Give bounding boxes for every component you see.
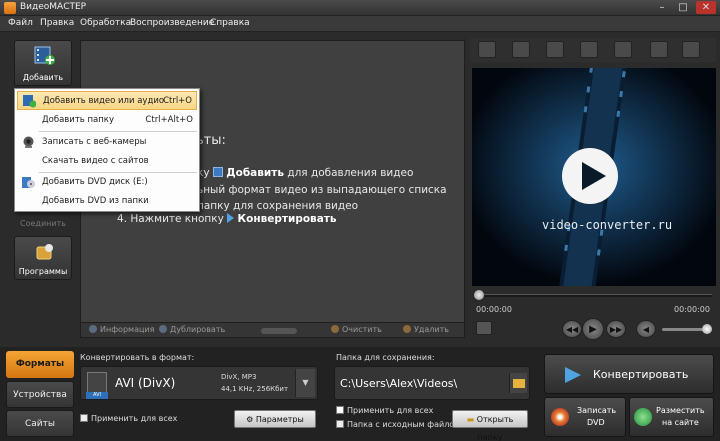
film-add-icon (34, 46, 55, 65)
menu-add-folder[interactable]: Добавить папку Ctrl+Alt+O (17, 111, 197, 130)
menu-bar: Файл Правка Обработка Воспроизведение Сп… (0, 16, 720, 32)
rewind-button[interactable]: ◀◀ (562, 320, 582, 338)
menu-add-dvd-disc[interactable]: Добавить DVD диск (E:) (17, 173, 197, 192)
title-bar: ВидеоМАСТЕР – □ ✕ (0, 0, 720, 16)
gear-icon: ⚙ (246, 415, 256, 424)
play-button[interactable]: ▶ (582, 318, 604, 340)
info-button[interactable]: Информация (89, 325, 154, 334)
convert-small-icon (227, 213, 235, 223)
convert-arrow-icon (565, 367, 581, 383)
format-apply-all-checkbox[interactable]: Применить для всех (80, 414, 177, 423)
delete-icon (403, 325, 411, 333)
menu-add-dvd-folder[interactable]: Добавить DVD из папки (17, 192, 197, 211)
preview-watermark: video-converter.ru (542, 218, 673, 232)
tab-devices[interactable]: Устройства (6, 381, 74, 408)
chevron-down-icon[interactable]: ▼ (295, 369, 315, 397)
open-folder-button[interactable]: ▬ Открыть папку (452, 410, 528, 441)
publish-site-button[interactable]: Разместить на сайте (629, 397, 714, 437)
format-selector[interactable]: AVI AVI (DivX) DivX, MP3 44,1 KHz, 256Кб… (80, 366, 318, 400)
programs-button[interactable]: Программы (14, 236, 72, 280)
format-caption: Конвертировать в формат: (80, 353, 195, 362)
menu-help[interactable]: Справка (210, 18, 250, 28)
minimize-button[interactable]: – (652, 1, 672, 14)
programs-icon (36, 244, 53, 260)
effects-tool-icon[interactable] (512, 41, 530, 58)
menu-processing[interactable]: Обработка (80, 18, 131, 28)
add-small-icon (212, 167, 223, 177)
video-preview[interactable]: video-converter.ru (472, 68, 716, 286)
speed-tool-icon[interactable] (614, 41, 632, 58)
info-icon (89, 325, 97, 333)
add-button-label: Добавить (22, 73, 64, 82)
forward-button[interactable]: ▶▶ (606, 320, 626, 338)
programs-button-label: Программы (18, 267, 68, 276)
close-button[interactable]: ✕ (696, 1, 716, 14)
instruction-step-1: ку Добавить для добавления видео (197, 167, 414, 179)
menu-edit[interactable]: Правка (40, 18, 74, 28)
menu-playback[interactable]: Воспроизведение (130, 18, 214, 28)
duplicate-icon (159, 325, 167, 333)
clear-icon (331, 325, 339, 333)
format-icon (87, 372, 107, 394)
webcam-icon (23, 136, 34, 148)
text-tool-icon[interactable] (650, 41, 668, 58)
fullscreen-tool-icon[interactable] (682, 41, 700, 58)
app-logo-icon (4, 2, 16, 14)
save-caption: Папка для сохранения: (336, 353, 435, 362)
duplicate-button[interactable]: Дублировать (159, 325, 225, 334)
instructions-heading: ьты: (196, 133, 226, 148)
save-path-field[interactable]: C:\Users\Alex\Videos\ (334, 366, 530, 400)
globe-icon (634, 408, 652, 426)
window-title: ВидеоМАСТЕР (20, 2, 87, 12)
maximize-button[interactable]: □ (673, 1, 693, 14)
connect-button[interactable]: Соединить (14, 219, 72, 228)
time-total: 00:00:00 (674, 305, 710, 314)
seek-track[interactable] (476, 294, 712, 297)
folder-browse-icon[interactable] (509, 373, 527, 393)
add-dropdown-menu: Добавить видео или аудио Ctrl+O Добавить … (14, 88, 200, 212)
instruction-step-4: 4. Нажмите кнопку Конвертировать (117, 213, 337, 225)
add-button[interactable]: Добавить (14, 40, 72, 86)
menu-file[interactable]: Файл (8, 18, 33, 28)
convert-button[interactable]: Конвертировать (544, 354, 714, 394)
rotate-tool-icon[interactable] (580, 41, 598, 58)
crop-tool-icon[interactable] (478, 41, 496, 58)
menu-add-video-audio[interactable]: Добавить видео или аудио Ctrl+O (17, 91, 197, 110)
list-toolbar: Информация Дублировать Очистить Удалить (80, 322, 465, 338)
brightness-tool-icon[interactable] (546, 41, 564, 58)
menu-download-video[interactable]: Скачать видео с сайтов (17, 152, 197, 171)
volume-handle[interactable] (702, 324, 712, 334)
format-codec: DivX, MP3 (221, 373, 257, 381)
dvd-disc-icon (22, 177, 35, 188)
format-badge: AVI (86, 392, 108, 399)
format-name: AVI (DivX) (115, 376, 176, 390)
settings-button[interactable]: ⚙ Параметры (234, 410, 316, 428)
folder-icon: ▬ (466, 415, 477, 424)
format-params: 44,1 KHz, 256Кбит (221, 385, 289, 393)
menu-separator (39, 131, 197, 132)
menu-record-webcam[interactable]: Записать с веб-камеры (17, 133, 197, 152)
source-folder-checkbox[interactable]: Папка с исходным файлом (336, 420, 460, 429)
time-current: 00:00:00 (476, 305, 512, 314)
save-apply-all-checkbox[interactable]: Применить для всех (336, 406, 433, 415)
preview-toolbar (470, 38, 716, 62)
burn-dvd-button[interactable]: Записать DVD (544, 397, 626, 437)
instruction-step-2: ьный формат видео из выпадающего списка (197, 184, 447, 196)
clear-button[interactable]: Очистить (331, 325, 382, 334)
video-add-icon (23, 95, 36, 108)
film-strip-graphic (472, 68, 716, 286)
tab-formats[interactable]: Форматы (6, 351, 74, 378)
tab-sites[interactable]: Сайты (6, 410, 74, 437)
instruction-step-3: папку для сохранения видео (197, 200, 359, 212)
dvd-icon (551, 408, 569, 426)
delete-button[interactable]: Удалить (403, 325, 449, 334)
save-path-value: C:\Users\Alex\Videos\ (340, 377, 458, 390)
view-toggle[interactable] (261, 328, 297, 334)
snapshot-icon[interactable] (476, 321, 492, 335)
volume-icon[interactable]: ◀ (636, 320, 656, 338)
seek-handle[interactable] (474, 290, 484, 300)
